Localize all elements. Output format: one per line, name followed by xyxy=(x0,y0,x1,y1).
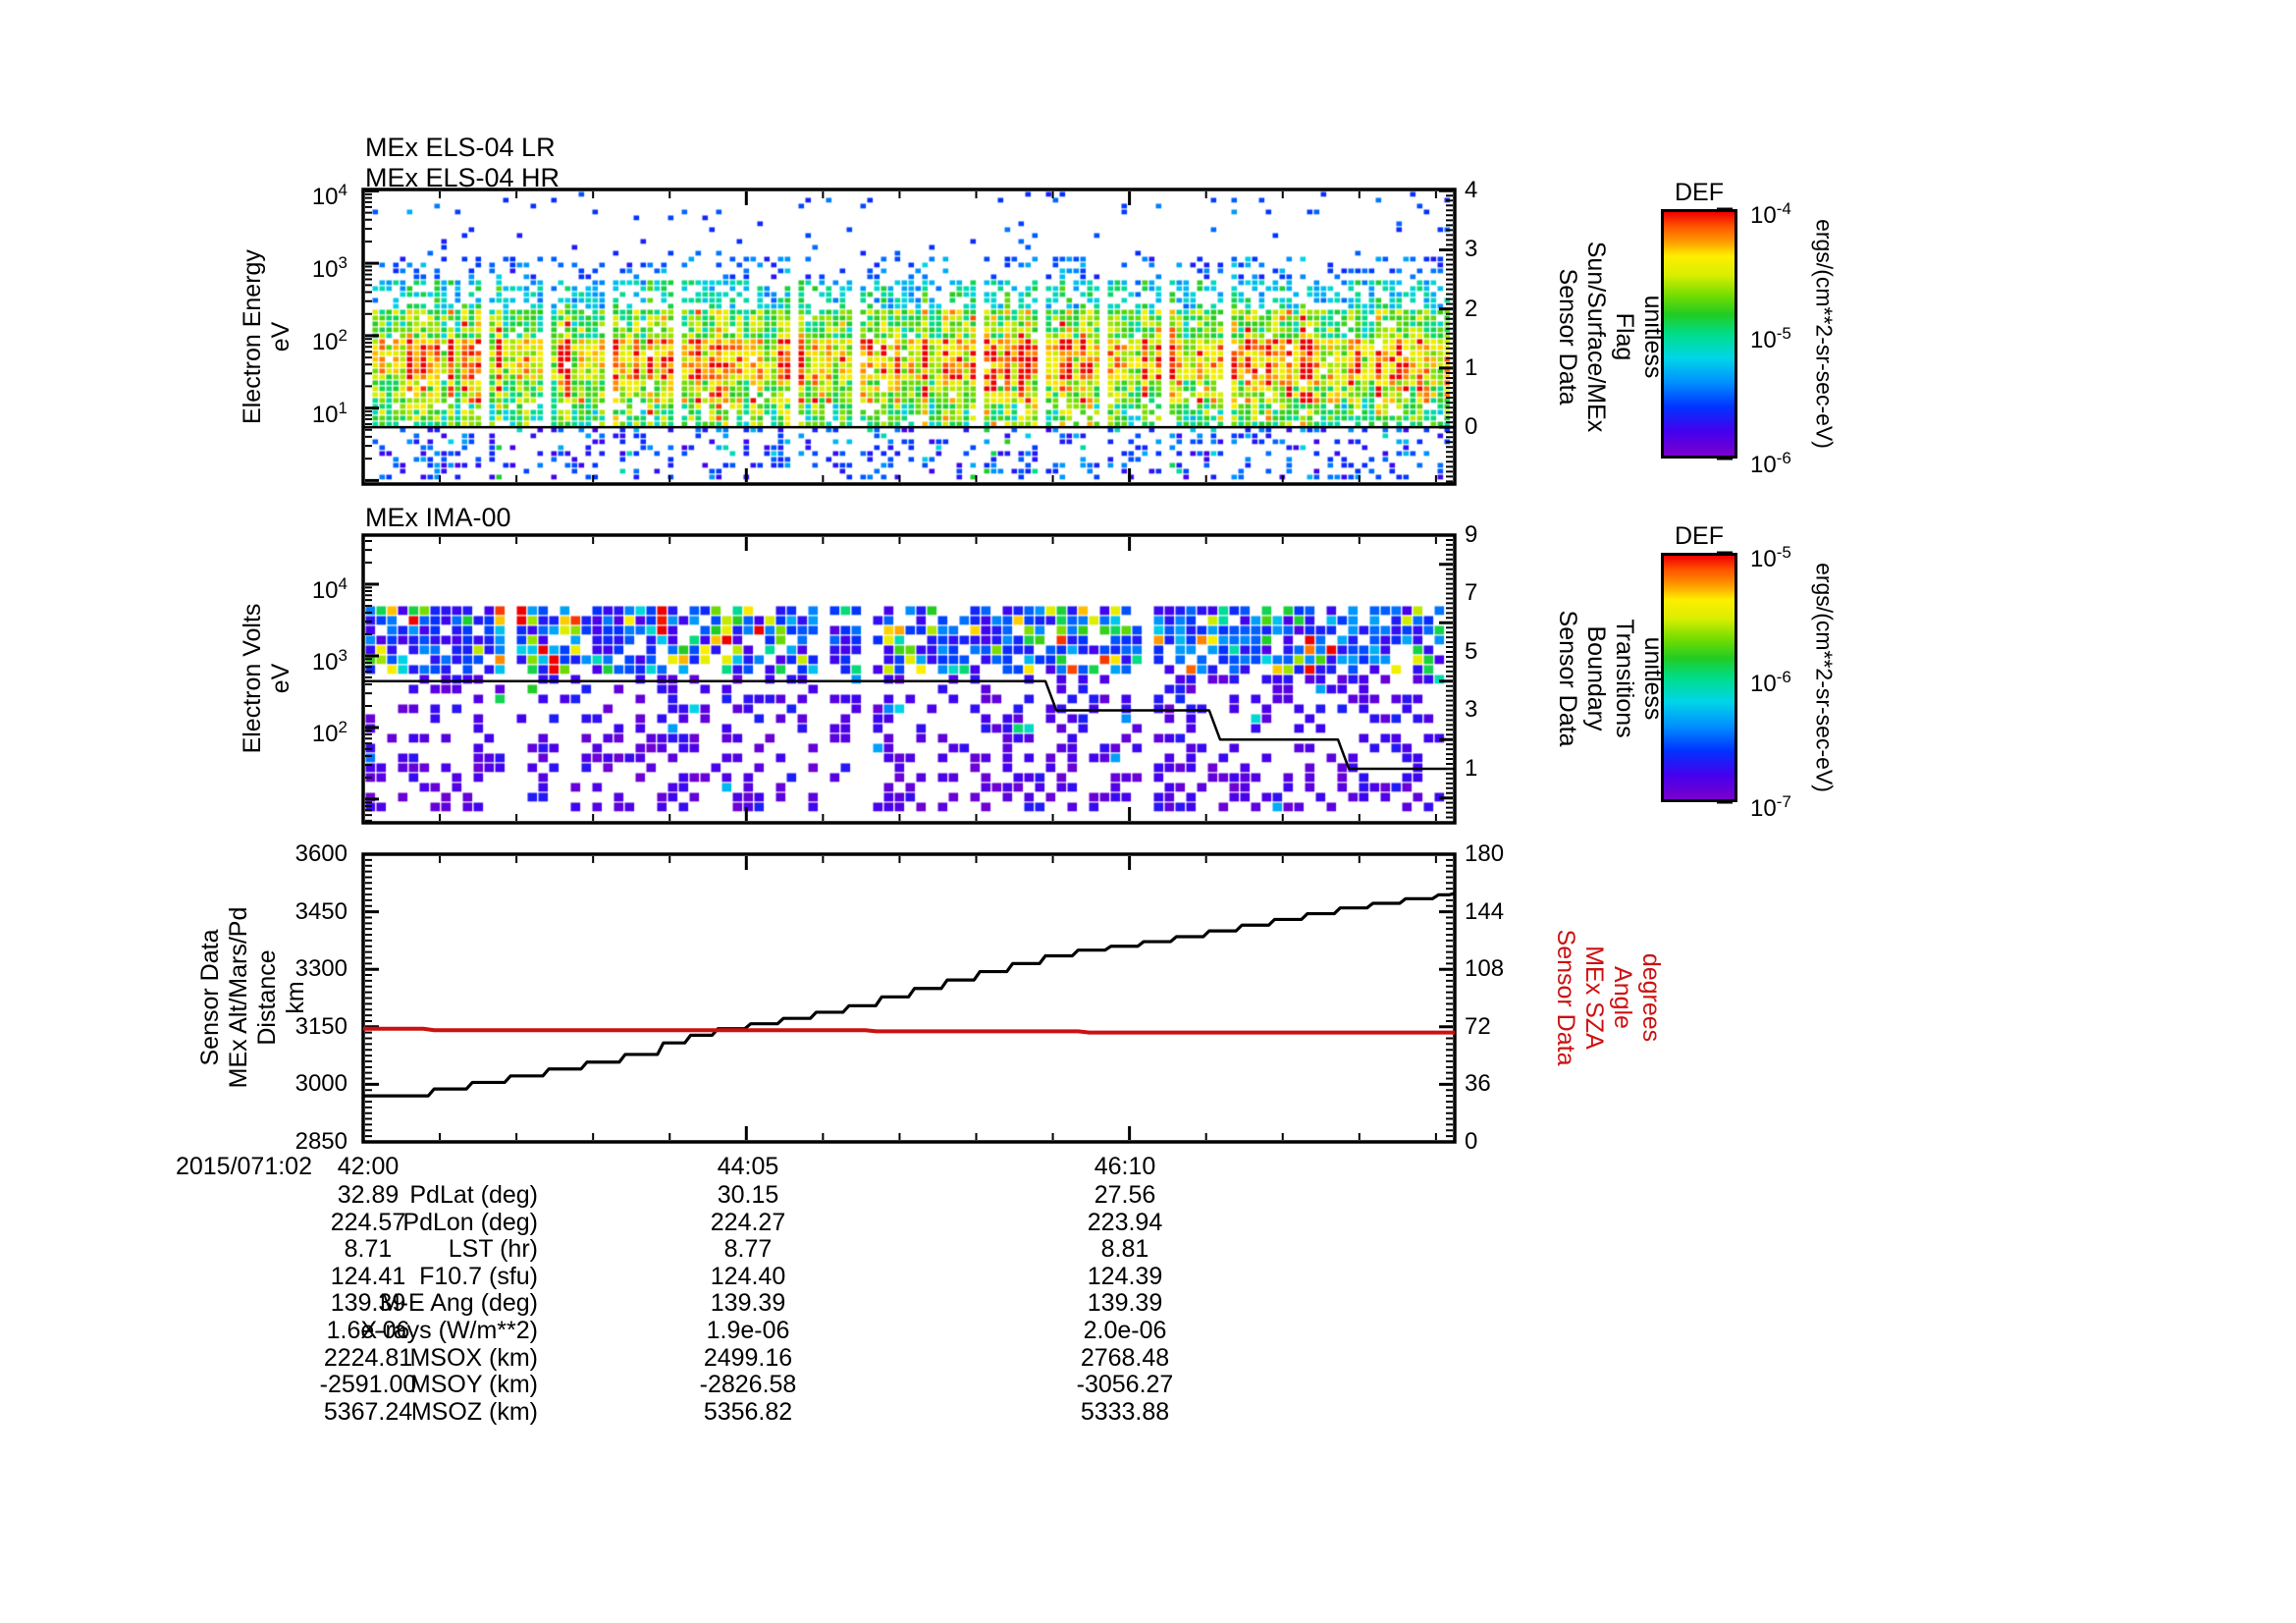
sza-right-tick-label: 108 xyxy=(1465,955,1505,983)
els-ytick-label: 104 xyxy=(311,181,347,211)
table-cell-value: 8.77 xyxy=(723,1235,773,1264)
epoch-label: 2015/071:02 xyxy=(175,1153,312,1180)
ima-spectrogram-canvas xyxy=(365,537,1453,821)
sza-right-tick-label: 72 xyxy=(1465,1012,1491,1040)
table-cell-value: 2768.48 xyxy=(1080,1343,1170,1372)
table-cell-value: -2826.58 xyxy=(699,1371,797,1399)
alt-y-axis-label: Sensor Data MEx Alt/Mars/Pd Distance km xyxy=(196,906,309,1089)
pds-orbit-plot-page: MEx ELS-04 LR MEx ELS-04 HR MEx IMA-00 D… xyxy=(0,0,2296,1623)
colorbar-tick-label: 10-5 xyxy=(1750,324,1791,353)
table-cell-value: 5333.88 xyxy=(1080,1397,1170,1426)
table-cell-value: 32.89 xyxy=(337,1181,400,1209)
colorbar-tick-label: 10-7 xyxy=(1750,792,1791,822)
x-tick-label-3: 46:10 xyxy=(1094,1153,1156,1180)
els-right-axis-label: unitless Flag Sun/Surface/MEx Sensor Data xyxy=(1554,241,1667,433)
ima-right-tick-label: 9 xyxy=(1465,521,1478,548)
colorbar-ima xyxy=(1661,553,1737,802)
table-cell-value: 5356.82 xyxy=(703,1397,793,1426)
table-cell-value: 139.39 xyxy=(330,1289,406,1318)
table-cell-value: 27.56 xyxy=(1094,1181,1156,1209)
els-right-tick-label: 2 xyxy=(1465,295,1478,322)
table-cell-value: 8.71 xyxy=(344,1235,393,1264)
table-cell-value: 124.39 xyxy=(1087,1262,1163,1290)
table-cell-value: 224.57 xyxy=(330,1208,406,1236)
colorbar-els xyxy=(1661,209,1737,459)
els-y-axis-label: Electron Energy eV xyxy=(239,249,294,424)
colorbar-ima-title: DEF xyxy=(1675,522,1724,550)
sza-right-tick-label: 144 xyxy=(1465,897,1505,925)
table-cell-value: 124.41 xyxy=(330,1262,406,1290)
table-cell-value: 2499.16 xyxy=(703,1343,793,1372)
els-spectrogram-canvas xyxy=(365,191,1453,482)
sza-right-axis-label: degrees Angle MEx SZA Sensor Data xyxy=(1552,929,1665,1066)
table-cell-value: 5367.24 xyxy=(323,1397,413,1426)
ima-right-axis-label: unitless Transitions Boundary Sensor Data xyxy=(1554,610,1667,747)
ima-right-tick-label: 1 xyxy=(1465,754,1478,782)
colorbar-tick-label: 10-5 xyxy=(1750,543,1791,572)
alt-ytick-label: 3600 xyxy=(294,840,347,867)
table-cell-value: 8.81 xyxy=(1100,1235,1149,1264)
sza-right-tick-label: 0 xyxy=(1465,1128,1478,1155)
alt-ytick-label: 2850 xyxy=(294,1128,347,1155)
table-cell-value: 139.39 xyxy=(1087,1289,1163,1318)
table-cell-value: 224.27 xyxy=(710,1208,786,1236)
ima-right-tick-label: 5 xyxy=(1465,637,1478,665)
colorbar-tick-label: 10-6 xyxy=(1750,668,1791,697)
els-title-hr: MEx ELS-04 HR xyxy=(365,163,561,192)
els-right-tick-label: 0 xyxy=(1465,413,1478,441)
ima-y-axis-label: Electron Volts eV xyxy=(239,603,294,754)
table-cell-value: 1.6e-06 xyxy=(326,1317,410,1344)
table-cell-value: -3056.27 xyxy=(1076,1371,1174,1399)
els-title-lr: MEx ELS-04 LR xyxy=(365,133,556,162)
table-cell-value: 223.94 xyxy=(1087,1208,1163,1236)
colorbar-tick-label: 10-4 xyxy=(1750,199,1791,229)
table-cell-value: 2.0e-06 xyxy=(1083,1317,1167,1344)
x-tick-label-1: 42:00 xyxy=(337,1153,400,1180)
ima-right-tick-label: 3 xyxy=(1465,696,1478,724)
x-tick-label-2: 44:05 xyxy=(717,1153,779,1180)
ima-right-tick-label: 7 xyxy=(1465,579,1478,607)
els-right-tick-label: 4 xyxy=(1465,177,1478,204)
table-cell-value: 124.40 xyxy=(710,1262,786,1290)
sza-right-tick-label: 180 xyxy=(1465,840,1505,867)
table-cell-value: -2591.00 xyxy=(319,1371,417,1399)
table-cell-value: 1.9e-06 xyxy=(706,1317,790,1344)
table-cell-value: 139.39 xyxy=(710,1289,786,1318)
colorbar-tick-label: 10-6 xyxy=(1750,449,1791,478)
ima-ytick-label: 104 xyxy=(311,573,347,604)
table-cell-value: 30.15 xyxy=(717,1181,779,1209)
colorbar-els-title: DEF xyxy=(1675,179,1724,206)
sza-right-tick-label: 36 xyxy=(1465,1070,1491,1098)
els-right-tick-label: 3 xyxy=(1465,236,1478,263)
ima-title: MEx IMA-00 xyxy=(365,503,511,532)
table-cell-value: 2224.81 xyxy=(323,1343,413,1372)
els-right-tick-label: 1 xyxy=(1465,353,1478,381)
